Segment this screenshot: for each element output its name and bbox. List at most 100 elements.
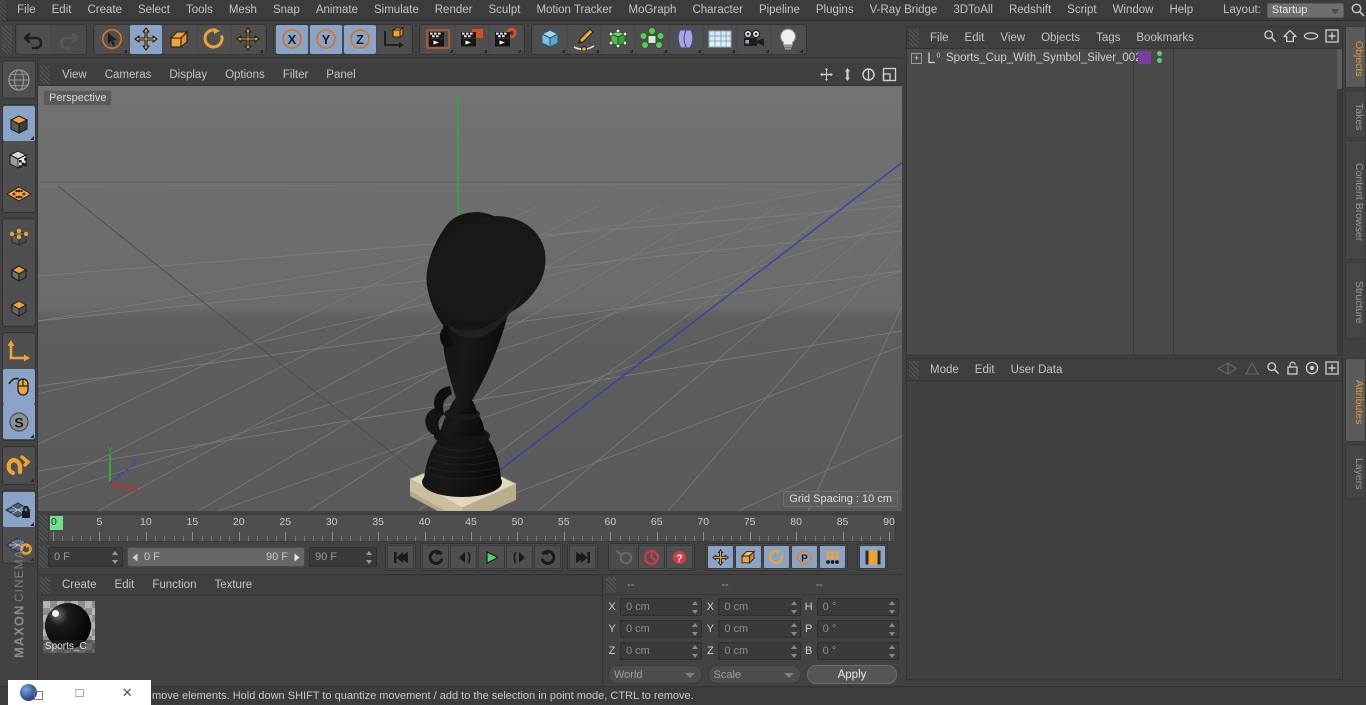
timeline-ruler[interactable]: 0 5 10 15 20 25 30 35 40 45 50 55 60 65 70 75 80 85 90 [48, 514, 896, 542]
mograph-array-button[interactable] [636, 24, 668, 54]
orbit-camera-icon[interactable] [860, 66, 877, 83]
menu-item-character[interactable]: Character [684, 0, 751, 21]
apply-button[interactable]: Apply [807, 665, 897, 684]
search-icon[interactable] [1266, 361, 1280, 378]
nav-back-icon[interactable] [1216, 361, 1238, 378]
close-button[interactable]: ✕ [103, 685, 151, 701]
render-to-picture-viewer-button[interactable] [456, 24, 488, 54]
keyframe-selection-button[interactable]: ? [666, 545, 693, 569]
maximize-button[interactable]: □ [56, 685, 104, 700]
menu-item-create[interactable]: Create [53, 575, 106, 596]
vtab-structure[interactable]: Structure [1345, 262, 1366, 340]
size-x-field[interactable]: 0 cm [718, 598, 801, 616]
edges-mode-button[interactable] [2, 255, 35, 290]
make-editable-button[interactable] [2, 62, 35, 97]
maximize-viewport-icon[interactable] [881, 66, 898, 83]
stepper-icon[interactable] [692, 623, 699, 636]
menu-item-motion-tracker[interactable]: Motion Tracker [528, 0, 620, 21]
live-selection-button[interactable] [96, 24, 128, 54]
stepper-icon[interactable] [366, 551, 373, 564]
go-to-end-button[interactable] [569, 545, 596, 569]
menu-item-tags[interactable]: Tags [1088, 27, 1128, 49]
toolbar-grip[interactable] [2, 25, 12, 53]
menu-item-view[interactable]: View [992, 27, 1033, 49]
environment-floor-button[interactable] [704, 24, 736, 54]
rotate-tool-button[interactable] [198, 24, 230, 54]
menu-item-plugins[interactable]: Plugins [808, 0, 862, 21]
coordinates-grip[interactable] [606, 577, 616, 592]
viewport-menubar-grip[interactable] [40, 65, 50, 84]
menu-item-animate[interactable]: Animate [308, 0, 366, 21]
key-scale-button[interactable] [735, 545, 762, 569]
menu-item-help[interactable]: Help [1161, 0, 1201, 21]
vtab-content-browser[interactable]: Content Browser [1345, 140, 1366, 261]
stepper-icon[interactable] [888, 645, 896, 658]
coordinate-system-dropdown[interactable]: World [608, 665, 702, 684]
menubar-grip[interactable] [0, 0, 7, 24]
object-row[interactable]: + 0 Sports_Cup_With_Symbol_Silver_002 [907, 49, 1342, 67]
menu-item-create[interactable]: Create [79, 0, 130, 21]
autokeying-button[interactable] [638, 545, 665, 569]
menu-item-redshift[interactable]: Redshift [1001, 0, 1059, 21]
layout-select[interactable]: Startup [1266, 2, 1344, 18]
stepper-icon[interactable] [790, 645, 798, 658]
menu-item-window[interactable]: Window [1105, 0, 1162, 21]
play-forwards-button[interactable] [534, 545, 561, 569]
loop-button[interactable] [422, 545, 449, 569]
expand-toggle-icon[interactable]: + [911, 52, 922, 64]
stepper-icon[interactable] [888, 623, 896, 636]
vtab-takes[interactable]: Takes [1345, 90, 1366, 139]
preview-range-bar[interactable]: 0 F 90 F [127, 547, 305, 567]
rotation-b-field[interactable]: 0 ° [816, 642, 899, 660]
object-visibility-dots[interactable] [1157, 51, 1164, 65]
menu-item-simulate[interactable]: Simulate [366, 0, 427, 21]
menu-item-mograph[interactable]: MoGraph [621, 0, 685, 21]
next-frame-button[interactable] [506, 545, 533, 569]
go-to-start-button[interactable] [387, 545, 414, 569]
vtab-objects[interactable]: Objects [1345, 26, 1366, 89]
viewport-canvas[interactable]: Perspective Grid Spacing : 10 cm Y X Z [38, 86, 902, 511]
points-mode-button[interactable] [2, 220, 35, 255]
menu-item-file[interactable]: File [9, 0, 44, 21]
menu-item-edit[interactable]: Edit [44, 0, 80, 21]
menu-item-function[interactable]: Function [143, 575, 205, 596]
home-icon[interactable] [1283, 29, 1297, 46]
attribute-manager-grip[interactable] [909, 360, 919, 379]
object-axis-button[interactable] [2, 334, 35, 369]
render-view-button[interactable] [422, 24, 454, 54]
menu-item-render[interactable]: Render [427, 0, 481, 21]
menu-item-script[interactable]: Script [1059, 0, 1104, 21]
position-x-field[interactable]: 0 cm [620, 598, 703, 616]
vtab-layers[interactable]: Layers [1345, 444, 1366, 500]
viewport-solo-button[interactable] [2, 369, 35, 404]
stepper-icon[interactable] [692, 645, 699, 658]
object-manager-grip[interactable] [909, 28, 919, 47]
key-rotation-button[interactable] [763, 545, 790, 569]
menu-item-tools[interactable]: Tools [178, 0, 221, 21]
app-icon[interactable] [8, 684, 56, 701]
menu-item-pipeline[interactable]: Pipeline [751, 0, 808, 21]
key-pla-button[interactable] [819, 545, 846, 569]
menu-item-objects[interactable]: Objects [1033, 27, 1088, 49]
position-z-field[interactable]: 0 cm [620, 642, 703, 660]
model-mode-button[interactable] [2, 106, 35, 141]
search-icon[interactable] [1350, 2, 1366, 18]
stepper-icon[interactable] [790, 601, 798, 614]
rotation-p-field[interactable]: 0 ° [816, 620, 899, 638]
menu-item-snap[interactable]: Snap [265, 0, 308, 21]
polygons-mode-button[interactable] [2, 290, 35, 325]
menu-item-file[interactable]: File [922, 27, 957, 49]
move-camera-icon[interactable] [818, 66, 835, 83]
size-y-field[interactable]: 0 cm [718, 620, 801, 638]
timeline-button[interactable] [859, 545, 886, 569]
lock-workplane-button[interactable] [2, 492, 35, 527]
move-tool-button[interactable] [130, 24, 162, 54]
vtab-attributes[interactable]: Attributes [1345, 358, 1366, 442]
search-icon[interactable] [1263, 29, 1277, 46]
menu-item-mesh[interactable]: Mesh [221, 0, 265, 21]
undo-button[interactable] [18, 24, 50, 54]
record-active-objects-button[interactable] [610, 545, 637, 569]
bend-deformer-button[interactable] [670, 24, 702, 54]
menu-item-select[interactable]: Select [130, 0, 178, 21]
material-manager-grip[interactable] [40, 576, 50, 594]
